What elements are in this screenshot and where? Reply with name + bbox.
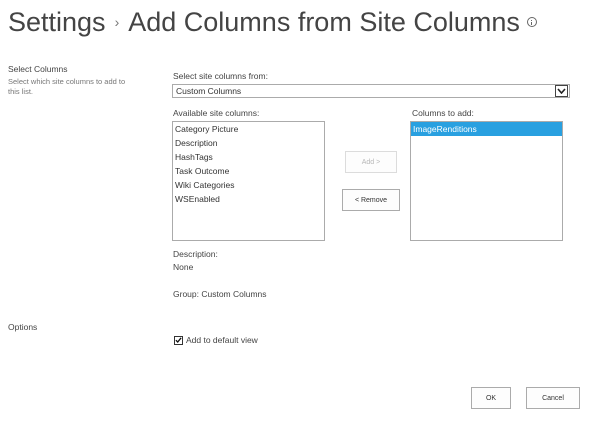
chevron-down-icon[interactable] [555, 85, 568, 97]
list-item[interactable]: Category Picture [173, 122, 324, 136]
description-value: None [173, 262, 194, 272]
list-item[interactable]: HashTags [173, 150, 324, 164]
add-to-default-view-option[interactable]: Add to default view [174, 335, 258, 345]
page-title-text: Add Columns from Site Columns [128, 7, 520, 37]
list-item[interactable]: WSEnabled [173, 192, 324, 206]
list-item[interactable]: Task Outcome [173, 164, 324, 178]
cancel-button[interactable]: Cancel [526, 387, 580, 409]
columns-to-add-label: Columns to add: [412, 108, 474, 118]
ok-button[interactable]: OK [471, 387, 511, 409]
remove-button[interactable]: < Remove [342, 189, 400, 211]
options-heading: Options [8, 322, 38, 332]
available-columns-label: Available site columns: [173, 108, 260, 118]
add-to-default-view-checkbox[interactable] [174, 335, 183, 345]
list-item[interactable]: Wiki Categories [173, 178, 324, 192]
description-label: Description: [173, 249, 218, 259]
breadcrumb-settings-link[interactable]: Settings [8, 7, 106, 37]
columns-to-add-listbox[interactable]: ImageRenditions [410, 121, 563, 241]
page-title: Settings › Add Columns from Site Columns [8, 6, 537, 42]
add-to-default-view-label: Add to default view [186, 335, 258, 345]
breadcrumb-separator-icon: › [114, 14, 120, 30]
available-columns-listbox[interactable]: Category Picture Description HashTags Ta… [172, 121, 325, 241]
group-text: Group: Custom Columns [173, 289, 267, 299]
list-item[interactable]: Description [173, 136, 324, 150]
source-group-select[interactable]: Custom Columns [172, 84, 570, 98]
add-button[interactable]: Add > [345, 151, 397, 173]
select-columns-heading: Select Columns [8, 64, 68, 74]
info-icon[interactable] [526, 17, 537, 27]
source-group-label: Select site columns from: [173, 71, 268, 81]
list-item[interactable]: ImageRenditions [411, 122, 562, 136]
checkmark-icon [175, 337, 182, 343]
source-group-value: Custom Columns [176, 86, 242, 96]
select-columns-description: Select which site columns to add to this… [8, 77, 126, 96]
